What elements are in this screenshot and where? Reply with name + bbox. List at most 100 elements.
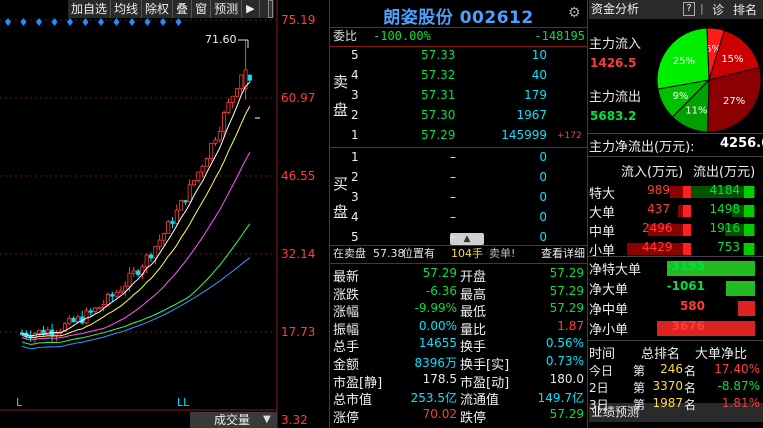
stock-title: 朗姿股份 002612 [330, 3, 587, 28]
peak-price-label: 71.60 [205, 33, 237, 46]
quote-label: 市盈[动] [460, 375, 510, 391]
candle [209, 142, 214, 159]
quote-value: 0.56% [545, 336, 584, 351]
y-tick-6: 3.32 [281, 413, 308, 427]
help-icon[interactable]: ? [683, 2, 695, 16]
candle [131, 270, 136, 274]
quote-value: -6.36 [425, 283, 457, 298]
rank-prefix: 第 [633, 381, 646, 395]
candle [97, 306, 102, 310]
quote-label: 换手 [460, 340, 487, 356]
net-row-label: 净小单 [589, 323, 629, 338]
quote-value: 253.5亿 [410, 391, 457, 406]
fund-out-value: 4184 [709, 183, 740, 197]
buy-level-num: 2 [351, 170, 359, 184]
candle [136, 270, 141, 275]
fund-in-value: 4429 [642, 240, 673, 254]
quote-value: 57.29 [549, 266, 584, 280]
rank-time: 3日 [589, 398, 609, 412]
fund-row-label: 小单 [589, 244, 616, 259]
candle [101, 304, 106, 308]
candle [170, 221, 175, 224]
diagnose-button[interactable]: 诊 [712, 1, 724, 18]
add-watchlist-button[interactable]: 加自选 [68, 0, 112, 18]
sell-price: 57.32 [421, 68, 456, 82]
stock-code: 002612 [459, 8, 534, 28]
quote-label: 总手 [333, 340, 360, 356]
view-detail-link[interactable]: 查看详细 [541, 246, 585, 262]
candle [222, 112, 227, 132]
market-info-bar: 在卖盘 57.38 位置有 104手 卖单! 查看详细 [333, 246, 585, 262]
main-out-value: 5683.2 [590, 109, 637, 123]
candle [84, 310, 89, 324]
fund-in-value: 2496 [642, 221, 673, 235]
candle [247, 74, 252, 81]
candle [166, 221, 171, 234]
fund-in-marker [683, 205, 691, 217]
buy-price: – [450, 190, 456, 204]
fund-in-marker [683, 224, 691, 236]
pie-label: 25% [673, 56, 695, 67]
window-button[interactable]: 窗 [192, 0, 212, 18]
candle [213, 139, 218, 144]
nav-next-icon[interactable]: ▶ [242, 0, 260, 18]
buy-level-num: 1 [351, 150, 359, 164]
net-row-label: 净大单 [589, 283, 629, 298]
fund-out-marker [744, 186, 754, 198]
divider-icon: | [700, 2, 704, 15]
buy-volume: 0 [539, 230, 547, 244]
y-tick-1: 75.19 [281, 13, 316, 27]
candle [93, 307, 98, 312]
main-in-label: 主力流入 [589, 37, 642, 52]
net-row-label: 净中单 [589, 303, 629, 318]
y-tick-2: 60.97 [281, 91, 316, 105]
quote-value: 180.0 [549, 371, 584, 386]
toolbar-scroll-handle[interactable] [268, 0, 273, 18]
fund-row-label: 特大 [589, 187, 616, 202]
candle [153, 246, 158, 259]
rank-number: 246 [660, 362, 683, 376]
kline-chart[interactable]: 加自选 均线 除权 叠 窗 预测 ▶ 75.19 60.97 46.55 32.… [0, 0, 327, 428]
pie-label: 15% [721, 54, 743, 65]
fund-in-value: 989 [647, 183, 670, 197]
candle [234, 88, 239, 97]
overlay-button[interactable]: 叠 [173, 0, 193, 18]
rank-button[interactable]: 排名 [733, 1, 757, 18]
main-out-label: 主力流出 [589, 90, 642, 105]
quote-label: 涨停 [333, 410, 360, 426]
forecast-button[interactable]: 预测 [211, 0, 243, 18]
weibi-pct: -100.00% [373, 29, 431, 43]
quote-label: 金额 [333, 358, 360, 373]
rank-head-time: 时间 [589, 347, 616, 362]
rank-header: 时间 总排名 大单净比 [589, 343, 763, 362]
rank-number: 3370 [652, 379, 683, 393]
candle [230, 95, 235, 103]
y-tick-4: 32.14 [281, 247, 316, 261]
sell-price: 57.31 [421, 88, 456, 102]
quote-label: 最新 [333, 270, 360, 285]
net-value: -3195 [666, 259, 705, 273]
quote-label: 开盘 [460, 270, 487, 285]
fund-out-marker [744, 224, 754, 236]
stock-terminal: 加自选 均线 除权 叠 窗 预测 ▶ 75.19 60.97 46.55 32.… [0, 0, 763, 428]
rank-time: 今日 [589, 364, 614, 378]
candle [204, 158, 209, 167]
buy-price: – [450, 170, 456, 184]
pie-label: 27% [723, 96, 745, 107]
sell-volume: 145999 [501, 128, 547, 142]
gear-icon[interactable]: ⚙ [568, 5, 581, 21]
fund-header-title: 资金分析 [591, 2, 640, 16]
net-bar [726, 281, 755, 296]
rank-unit: 名 [684, 364, 697, 378]
net-bar [738, 301, 755, 316]
quote-label: 市盈[静] [333, 375, 383, 391]
in-head: 流入(万元) [621, 165, 684, 180]
buy-volume: 0 [539, 150, 547, 164]
fund-pie-chart: 5%15%27%11%9%25% [656, 27, 762, 133]
rank-prefix: 第 [633, 398, 646, 412]
rank-ratio: 17.40% [714, 362, 760, 376]
dropdown-arrow-icon[interactable]: ▼ [263, 414, 271, 425]
ma-button[interactable]: 均线 [111, 0, 143, 18]
exright-button[interactable]: 除权 [142, 0, 174, 18]
rank-ratio: -8.87% [717, 379, 760, 393]
